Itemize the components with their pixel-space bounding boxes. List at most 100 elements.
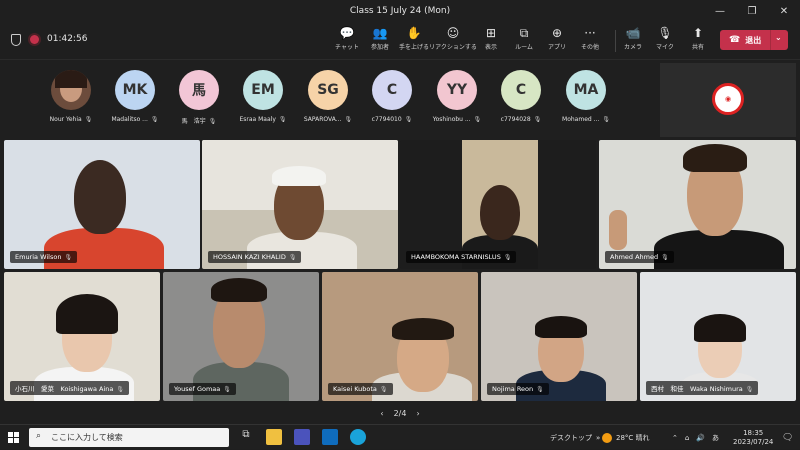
close-button[interactable]: ✕ — [768, 0, 800, 22]
mic-muted-icon: 🎙 — [288, 254, 297, 261]
desktop-toolbar[interactable]: デスクトップ » — [550, 425, 600, 450]
chevron-up-icon[interactable]: ⌃ — [672, 434, 678, 442]
attendee-item[interactable]: EM Esraa Maaly 🎙 — [228, 70, 298, 134]
participant-name: HOSSAIN KAZI KHALID — [213, 253, 286, 261]
video-tile[interactable]: Kaisei Kubota 🎙 — [322, 272, 478, 401]
mic-muted-icon: 🎙 — [602, 116, 610, 123]
rooms-button[interactable]: ⧉ ルーム — [507, 24, 541, 56]
weather-widget[interactable]: 28°C 晴れ — [602, 425, 650, 450]
more-icon: ··· — [584, 26, 596, 40]
page-indicator: 2/4 — [393, 408, 407, 418]
share-button[interactable]: ⬆ 共有 — [681, 24, 715, 56]
apps-icon: ⊕ — [551, 26, 563, 40]
windows-start-icon[interactable] — [8, 432, 19, 443]
video-tile[interactable]: HAAMBOKOMA STARNISLUS 🎙 — [400, 140, 596, 269]
more-button[interactable]: ··· その他 — [573, 24, 607, 56]
video-tile[interactable]: Emuria Wilson 🎙 — [4, 140, 200, 269]
volume-icon[interactable]: 🔊 — [696, 434, 705, 442]
camera-button[interactable]: 📹 カメラ — [616, 24, 650, 56]
participant-hair — [535, 316, 587, 338]
shared-screen-tile[interactable]: ◉ — [660, 63, 796, 137]
participant-nameplate: Yousef Gomaa 🎙 — [169, 383, 236, 395]
attendee-item[interactable]: SG SAPAROVA... 🎙 — [293, 70, 363, 134]
video-tile[interactable]: Yousef Gomaa 🎙 — [163, 272, 319, 401]
mic-muted-icon: 🎙 — [208, 118, 217, 125]
leave-button[interactable]: ☎ 退出 ⌄ — [720, 30, 788, 50]
attendee-item[interactable]: MA Mohamed ... 🎙 — [551, 70, 621, 134]
outlook-icon[interactable] — [322, 429, 338, 445]
mic-muted-icon: 🎙 — [116, 386, 124, 393]
recording-icon — [30, 35, 39, 44]
shield-icon[interactable] — [11, 34, 21, 46]
maximize-button[interactable]: ❐ — [736, 0, 768, 22]
participant-name: Nojima Reon — [492, 385, 534, 393]
mic-label: マイク — [656, 44, 674, 51]
mic-muted-icon: 🎙 — [503, 254, 512, 261]
view-button[interactable]: ⊞ 表示 — [474, 24, 508, 56]
avatar: 馬 — [179, 70, 219, 110]
taskbar-search-input[interactable]: ⌕ ここに入力して検索 — [29, 428, 229, 447]
mic-muted-icon: 🎙 — [473, 116, 482, 123]
network-icon[interactable]: ⌂ — [685, 434, 689, 442]
participant-hair — [56, 294, 118, 334]
participant-nameplate: Nojima Reon 🎙 — [487, 383, 549, 395]
video-tile[interactable]: 小石川 愛菜 Koishigawa Aina 🎙 — [4, 272, 160, 401]
chevron-right-icon: » — [596, 433, 601, 442]
avatar: MA — [566, 70, 606, 110]
participant-hair — [683, 144, 747, 172]
mic-muted-icon: 🎙 — [278, 116, 287, 123]
video-tile[interactable]: HOSSAIN KAZI KHALID 🎙 — [202, 140, 398, 269]
video-tile[interactable]: 西村 和佳 Waka Nishimura 🎙 — [640, 272, 796, 401]
rooms-label: ルーム — [515, 44, 533, 51]
mic-button[interactable]: 🎙 マイク — [648, 24, 682, 56]
attendee-name: Nour Yehia — [49, 116, 82, 123]
team-logo-icon: ◉ — [712, 83, 744, 115]
avatar: C — [501, 70, 541, 110]
participant-hand — [609, 210, 627, 250]
leave-divider — [770, 30, 771, 50]
avatar — [51, 70, 91, 110]
attendee-name: 馬 浩宇 — [181, 118, 206, 125]
reaction-button[interactable]: ☺ リアクションする — [429, 24, 477, 56]
raise-hand-label: 手を上げる — [398, 44, 429, 51]
task-view-icon[interactable]: ⧉ — [238, 429, 254, 445]
phone-hangup-icon: ☎ — [729, 35, 741, 45]
avatar: C — [372, 70, 412, 110]
meeting-toolbar: 01:42:56 💬 チャット 👥 参加者 ✋ 手を上げる ☺ リアクションする… — [0, 22, 800, 60]
participants-button[interactable]: 👥 参加者 — [363, 24, 397, 56]
attendee-item[interactable]: MK Madalitso ... 🎙 — [100, 70, 170, 134]
apps-button[interactable]: ⊕ アプリ — [540, 24, 574, 56]
chevron-right-icon[interactable]: › — [416, 409, 419, 418]
title-bar: Class 15 July 24 (Mon) — ❐ ✕ — [0, 0, 800, 22]
attendee-item[interactable]: C c7794028 🎙 — [486, 70, 556, 134]
attendee-item[interactable]: 馬 馬 浩宇 🎙 — [164, 70, 234, 134]
ime-indicator[interactable]: あ — [712, 433, 719, 443]
edge-icon[interactable] — [350, 429, 366, 445]
gallery-pager: ‹ 2/4 › — [0, 402, 800, 424]
attendee-item[interactable]: YY Yoshinobu ... 🎙 — [422, 70, 492, 134]
video-tile[interactable]: Nojima Reon 🎙 — [481, 272, 637, 401]
chevron-left-icon[interactable]: ‹ — [380, 409, 383, 418]
raise-hand-button[interactable]: ✋ 手を上げる — [397, 24, 431, 56]
desktop-label: デスクトップ — [550, 433, 592, 442]
notification-icon[interactable]: 🗨 — [782, 425, 793, 450]
video-tile[interactable]: Ahmed Ahmed 🎙 — [599, 140, 796, 269]
attendee-item[interactable]: Nour Yehia 🎙 — [36, 70, 106, 134]
chevron-down-icon[interactable]: ⌄ — [775, 33, 782, 42]
more-label: その他 — [580, 44, 599, 51]
attendee-item[interactable]: C c7794010 🎙 — [357, 70, 427, 134]
participant-nameplate: Ahmed Ahmed 🎙 — [605, 251, 674, 263]
weather-text: 28°C 晴れ — [616, 433, 650, 442]
apps-label: アプリ — [547, 44, 566, 51]
mic-muted-icon: 🎙 — [745, 386, 754, 393]
windows-taskbar: ⌕ ここに入力して検索 ⧉ デスクトップ » 28°C 晴れ ⌃ ⌂ 🔊 あ 18… — [0, 424, 800, 449]
raise-hand-icon: ✋ — [406, 26, 422, 40]
clock[interactable]: 18:35 2023/07/24 — [733, 425, 773, 450]
window-title: Class 15 July 24 (Mon) — [349, 6, 451, 16]
minimize-button[interactable]: — — [704, 0, 736, 22]
mic-muted-icon: 🎙 — [536, 386, 544, 393]
file-explorer-icon[interactable] — [266, 429, 282, 445]
teams-icon[interactable] — [294, 429, 310, 445]
participant-nameplate: 西村 和佳 Waka Nishimura 🎙 — [646, 381, 759, 395]
chat-button[interactable]: 💬 チャット — [330, 24, 364, 56]
